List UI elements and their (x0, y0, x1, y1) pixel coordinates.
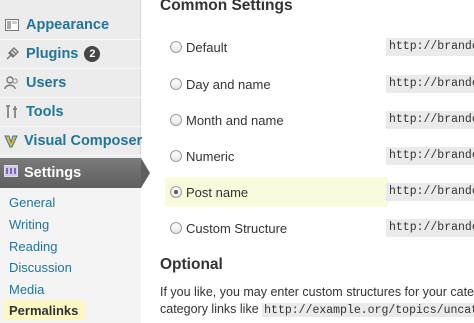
radio-default[interactable] (170, 41, 182, 53)
option-label: Post name (186, 184, 249, 200)
custom-structure-input[interactable]: http://brandon (386, 219, 474, 237)
menu-item-appearance[interactable]: Appearance (0, 11, 141, 40)
permalink-settings-panel: Common Settings Default http://brandon D… (150, 0, 474, 323)
appearance-icon (3, 16, 21, 34)
permalink-option-post-name[interactable]: Post name (165, 177, 389, 207)
menu-label-settings: Settings (24, 165, 82, 181)
radio-numeric[interactable] (170, 150, 182, 162)
menu-item-users[interactable]: Users (0, 69, 141, 98)
settings-icon (3, 163, 19, 184)
plugins-icon (3, 45, 21, 63)
submenu-item-writing[interactable]: Writing (9, 217, 49, 232)
users-icon (3, 74, 21, 92)
menu-label-users: Users (26, 75, 67, 91)
admin-sidebar: Appearance Plugins 2 Users Tools Visual … (0, 0, 143, 323)
submenu-item-media[interactable]: Media (9, 282, 44, 297)
menu-item-tools[interactable]: Tools (0, 98, 141, 127)
optional-description-line-1: If you like, you may enter custom struct… (160, 285, 474, 299)
option-label: Month and name (186, 112, 284, 128)
example-url: http://brandon (386, 38, 474, 56)
menu-label-plugins: Plugins (26, 46, 79, 62)
submenu-item-reading[interactable]: Reading (9, 239, 57, 254)
option-label: Day and name (186, 76, 271, 92)
radio-custom-structure[interactable] (170, 222, 182, 234)
option-label: Default (186, 39, 228, 55)
option-label: Custom Structure (186, 220, 288, 236)
visual-composer-icon (3, 132, 19, 150)
menu-item-plugins[interactable]: Plugins 2 (0, 40, 141, 69)
plugins-update-badge: 2 (84, 46, 101, 62)
example-url: http://brandon (386, 75, 474, 93)
menu-item-visual-composer[interactable]: Visual Composer (0, 127, 143, 156)
submenu-item-general[interactable]: General (9, 195, 55, 210)
submenu-item-permalinks[interactable]: Permalinks (9, 303, 78, 318)
option-label: Numeric (186, 148, 235, 164)
active-menu-arrow (141, 158, 150, 188)
example-url: http://brandon (386, 111, 474, 129)
radio-post-name[interactable] (170, 186, 182, 198)
example-url: http://brandon (386, 147, 474, 165)
optional-heading: Optional (160, 256, 223, 273)
submenu-item-discussion[interactable]: Discussion (9, 260, 72, 275)
menu-label-appearance: Appearance (26, 17, 110, 33)
tools-icon (3, 103, 21, 121)
optional-description-line-2: category links like http://example.org/t… (160, 302, 474, 317)
optional-description-text: category links like (160, 302, 259, 316)
radio-day-and-name[interactable] (170, 78, 182, 90)
example-url: http://brandon (386, 183, 474, 201)
menu-item-settings[interactable]: Settings (0, 158, 141, 188)
radio-month-and-name[interactable] (170, 114, 182, 126)
common-settings-heading: Common Settings (160, 0, 293, 14)
menu-label-visual-composer: Visual Composer (24, 133, 143, 149)
example-category-url: http://example.org/topics/uncategori (262, 303, 474, 317)
menu-label-tools: Tools (26, 104, 64, 120)
